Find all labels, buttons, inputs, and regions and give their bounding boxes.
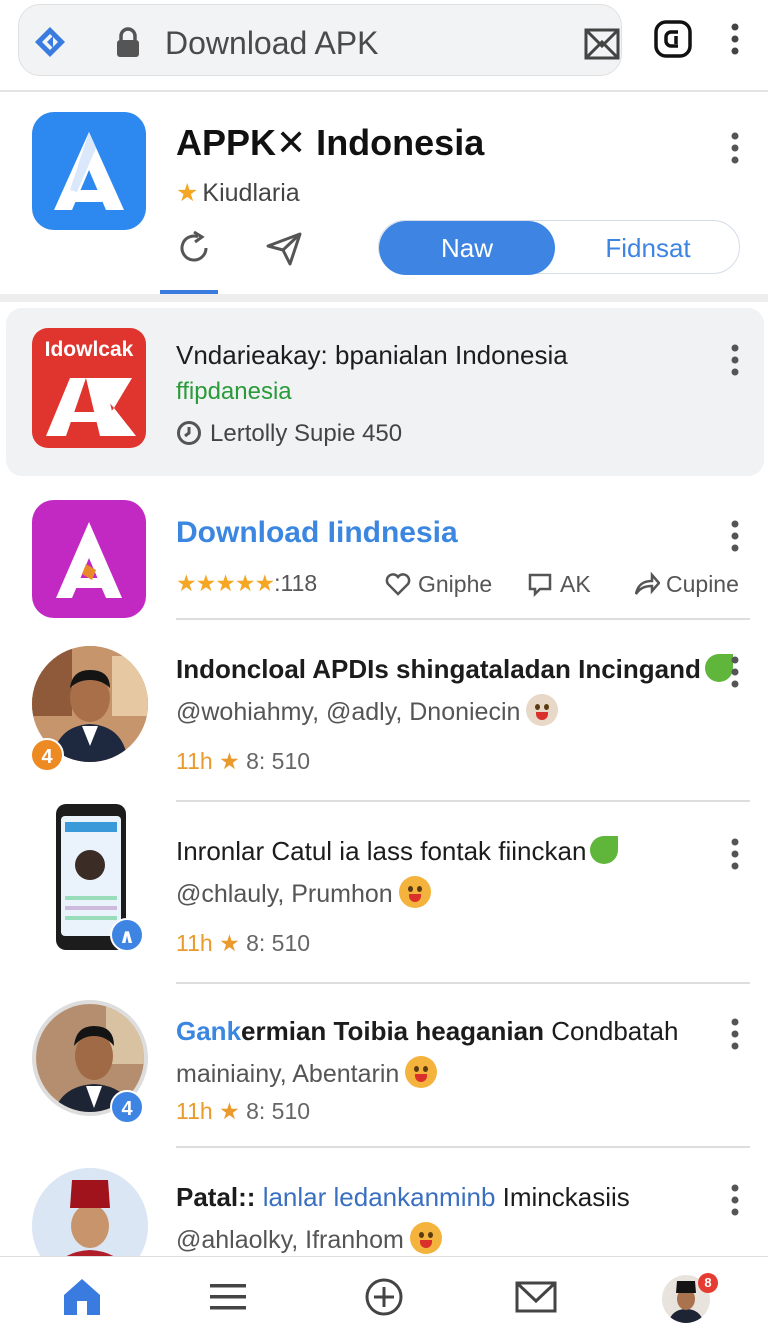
post-more-icon[interactable] (720, 834, 750, 874)
star-icon: ★ (219, 1098, 240, 1124)
feed-toggle[interactable]: Naw Fidnsat (378, 220, 741, 275)
star-icon: ★ (176, 179, 199, 207)
post-row[interactable]: 4 Indoncloal APDIs shingataladan Incinga… (0, 620, 768, 800)
mail-icon[interactable] (514, 1275, 558, 1319)
post-row[interactable]: Patal:: lanlar ledankanminb Iminckasiis … (0, 1148, 768, 1256)
app-logo (32, 112, 146, 230)
star-rating-icon: ★★★★★ (176, 570, 275, 596)
section-divider (0, 294, 768, 302)
post-title: Gankermian Toibia heaganian Condbatah (176, 1016, 679, 1046)
post-row[interactable]: ∧ Inronlar Catul ia lass fontak fiinckan… (0, 802, 768, 982)
more-vertical-icon[interactable] (720, 18, 750, 60)
leaf-emoji-icon (590, 836, 619, 864)
post-meta: 11h ★ 8: 510 (176, 930, 311, 956)
post-avatar (32, 1168, 148, 1256)
app-item-rating: ★★★★★:118 (176, 570, 318, 596)
featured-title: Vndarieakay: bpanialan Indonesia (176, 340, 568, 370)
featured-subtitle: ffipdanesia (176, 378, 292, 405)
post-more-icon[interactable] (720, 1014, 750, 1054)
post-more-icon[interactable] (720, 1180, 750, 1220)
header-more-icon[interactable] (720, 128, 750, 168)
app-list-item[interactable]: Download Iindnesia ★★★★★:118 Gnіphe AK C… (0, 486, 768, 620)
post-share-badge: ∧ (110, 918, 144, 952)
comment-icon (528, 573, 552, 598)
site-diamond-icon (35, 27, 65, 57)
home-icon[interactable] (60, 1275, 104, 1319)
add-icon[interactable] (362, 1275, 406, 1319)
address-bar[interactable]: Download APK (18, 4, 622, 76)
toggle-option-first[interactable]: Fidnsat (555, 221, 741, 275)
post-handles: @chlauly, Prumhon (176, 876, 431, 909)
featured-meta: Lertolly Supie 450 (176, 420, 402, 448)
featured-card[interactable]: Idowlcak Vndarieakay: bpanialan Indonesi… (6, 308, 764, 476)
post-title: Indoncloal APDIs shingataladan Incingand (176, 654, 733, 685)
toggle-option-new[interactable]: Naw (379, 221, 555, 275)
comment-action[interactable]: AK (526, 570, 591, 598)
app-header: APPK✕ Indonesia ★ Kiudlaria Naw Fidnsat (0, 94, 768, 294)
heart-icon (385, 573, 411, 596)
app-item-logo (32, 500, 146, 618)
tabs-icon[interactable] (652, 18, 694, 60)
post-handles: @ahlaolky, Ifranhom (176, 1222, 442, 1255)
post-share-badge: 4 (110, 1090, 144, 1124)
grinning-emoji-icon (409, 1222, 442, 1254)
clock-icon (177, 421, 201, 445)
post-handles: @wohiahmy, @adly, Dnoniecin (176, 694, 559, 727)
bottom-navigation: 8 (0, 1256, 768, 1344)
refresh-icon[interactable] (174, 228, 214, 268)
url-text[interactable]: Download APK (165, 25, 378, 62)
post-row[interactable]: 4 Gankermian Toibia heaganian Condbatah … (0, 984, 768, 1146)
lock-icon (117, 27, 139, 57)
face-emoji-icon (526, 694, 559, 726)
grinning-emoji-icon (405, 1056, 438, 1088)
post-meta: 11h ★ 8: 510 (176, 748, 311, 774)
app-item-more-icon[interactable] (720, 516, 750, 556)
featured-more-icon[interactable] (720, 340, 750, 380)
post-title: Inronlar Catul ia lass fontak fiinckan (176, 836, 619, 867)
notification-badge: 8 (698, 1273, 718, 1293)
post-more-icon[interactable] (720, 652, 750, 692)
share-action[interactable]: Cupine (632, 570, 739, 598)
page-subtitle: ★ Kiudlaria (176, 179, 300, 207)
star-icon: ★ (219, 930, 240, 956)
post-count-badge: 4 (30, 738, 64, 772)
post-handles: mainiainy, Abentarin (176, 1056, 438, 1089)
send-icon[interactable] (264, 228, 304, 268)
star-icon: ★ (219, 748, 240, 774)
like-action[interactable]: Gnіphe (384, 570, 492, 598)
featured-logo: Idowlcak (32, 328, 146, 448)
page-title: APPK✕ Indonesia (176, 122, 485, 163)
post-title: Patal:: lanlar ledankanminb Iminckasiis (176, 1182, 630, 1212)
bookmark-save-icon[interactable] (583, 27, 621, 61)
app-item-title[interactable]: Download Iindnesia (176, 516, 458, 550)
grinning-emoji-icon (398, 876, 431, 908)
post-meta: 11h ★ 8: 510 (176, 1098, 311, 1124)
browser-toolbar: Download APK (0, 0, 768, 92)
share-icon (634, 571, 661, 595)
menu-icon[interactable] (206, 1275, 250, 1319)
